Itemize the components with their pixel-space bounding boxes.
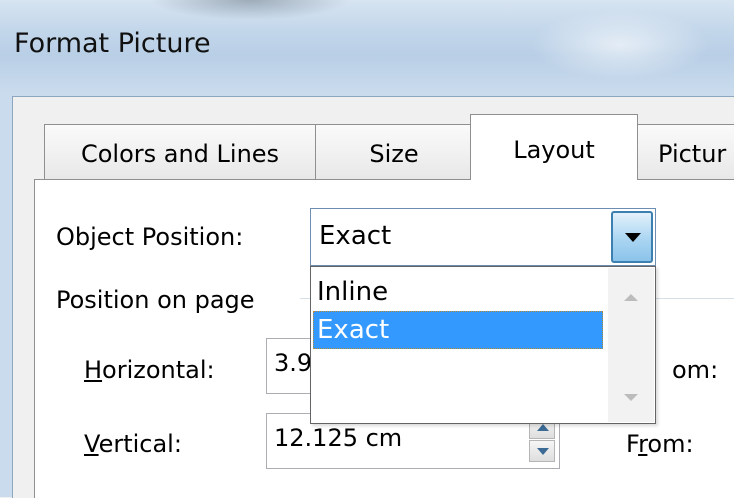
vertical-label-text: ertical: [98, 430, 182, 458]
vertical-from-accel: r [638, 430, 648, 458]
dropdown-scrollbar[interactable] [608, 268, 654, 422]
tab-picture[interactable]: Pictur [637, 124, 734, 179]
chevron-down-icon [625, 233, 641, 242]
up-arrow-icon [537, 424, 549, 431]
vertical-label: Vertical: [84, 430, 182, 458]
scroll-down-icon[interactable] [624, 394, 638, 401]
vertical-value: 12.125 cm [274, 424, 403, 452]
tab-layout[interactable]: Layout [470, 114, 638, 180]
spin-down-button[interactable] [529, 440, 555, 462]
vertical-from-rest: om: [647, 430, 694, 458]
tab-colors-and-lines[interactable]: Colors and Lines [44, 124, 316, 179]
horizontal-label-text: orizontal: [102, 356, 215, 384]
vertical-accel: V [84, 430, 99, 458]
tab-size[interactable]: Size [315, 124, 473, 179]
title-bar-glare [530, 10, 710, 80]
title-bar[interactable]: Format Picture [0, 0, 734, 92]
vertical-from-label: From: [626, 430, 694, 458]
horizontal-accel: H [84, 356, 103, 384]
horizontal-label: Horizontal: [84, 356, 215, 384]
object-position-value: Exact [319, 221, 392, 251]
dropdown-button[interactable] [611, 211, 653, 263]
option-exact[interactable]: Exact [313, 311, 603, 349]
object-position-select[interactable]: Exact [310, 208, 656, 266]
position-on-page-label: Position on page [56, 286, 255, 314]
vertical-from-prefix: F [626, 430, 639, 458]
down-arrow-icon [537, 448, 549, 455]
horizontal-value: 3.9 [274, 349, 313, 377]
horizontal-from-label: om: [672, 356, 719, 384]
object-position-label: Object Position: [56, 223, 244, 251]
window-title: Format Picture [14, 28, 211, 59]
scroll-up-icon[interactable] [624, 294, 638, 301]
object-position-dropdown[interactable]: Inline Exact [310, 266, 656, 424]
title-bar-glare [150, 0, 350, 20]
option-inline[interactable]: Inline [313, 273, 603, 311]
